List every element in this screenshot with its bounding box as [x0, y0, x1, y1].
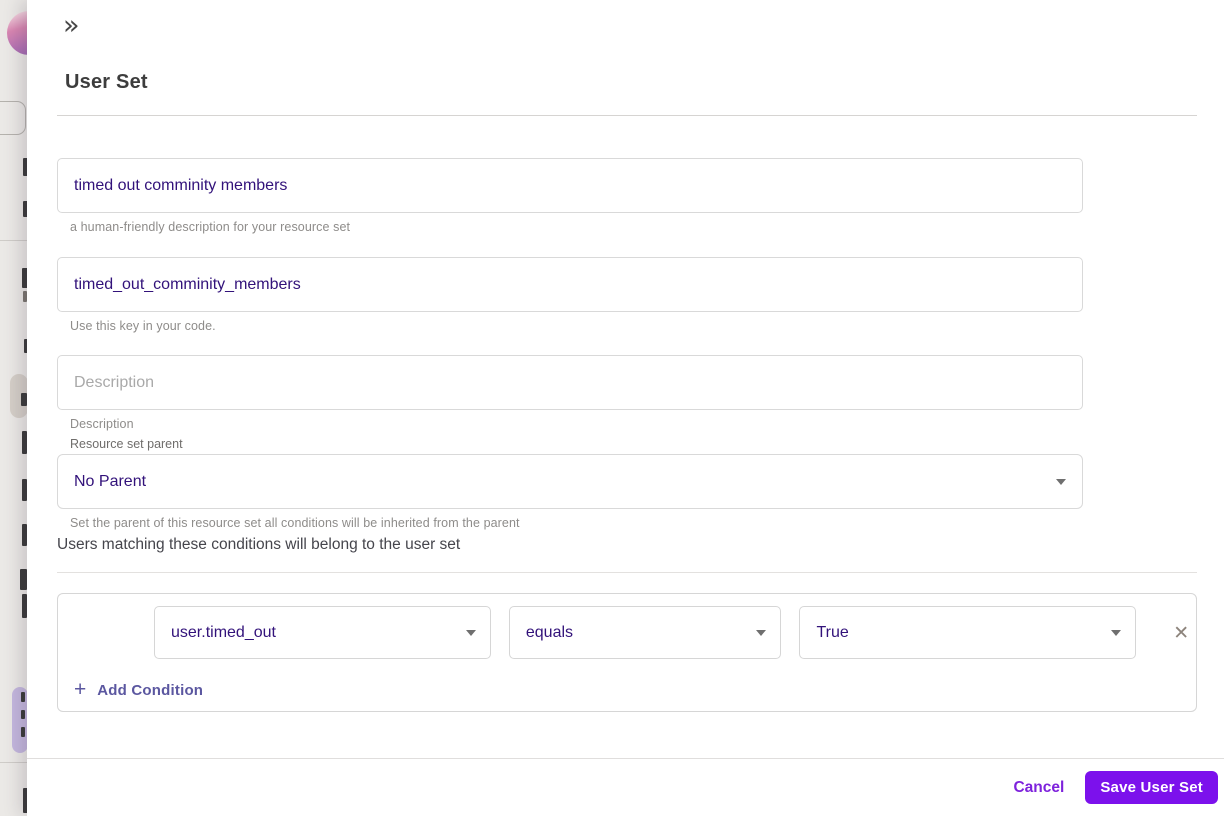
- remove-condition-icon[interactable]: ✕: [1166, 618, 1196, 648]
- chevron-down-icon: [1111, 629, 1122, 636]
- drawer-footer: Cancel Save User Set: [27, 758, 1224, 816]
- add-condition-button[interactable]: + Add Condition: [74, 678, 204, 701]
- description-helper-text: Description: [70, 417, 134, 431]
- sidebar-banner-text-fragment: [21, 727, 25, 737]
- condition-row: user.timed_out equals True ✕: [58, 594, 1196, 659]
- add-condition-label: Add Condition: [97, 681, 204, 699]
- name-input[interactable]: [57, 158, 1083, 213]
- sidebar-divider: [0, 240, 28, 241]
- save-user-set-button[interactable]: Save User Set: [1085, 771, 1218, 804]
- sidebar-banner-text-fragment: [21, 692, 25, 702]
- condition-value-value: True: [816, 623, 849, 641]
- collapse-drawer-icon[interactable]: »: [63, 12, 80, 40]
- page-title: User Set: [65, 71, 148, 93]
- conditions-intro-text: Users matching these conditions will bel…: [57, 536, 461, 553]
- user-set-drawer: » User Set a human-friendly description …: [27, 0, 1224, 816]
- condition-value-select[interactable]: True: [799, 606, 1137, 659]
- name-helper-text: a human-friendly description for your re…: [70, 220, 351, 234]
- condition-card: user.timed_out equals True ✕ + Add Condi…: [57, 593, 1197, 712]
- parent-select-value: No Parent: [74, 472, 147, 490]
- key-input[interactable]: [57, 257, 1083, 312]
- chevron-down-icon: [756, 629, 767, 636]
- conditions-divider: [57, 572, 1197, 573]
- condition-field-select[interactable]: user.timed_out: [154, 606, 491, 659]
- chevron-down-icon: [465, 629, 476, 636]
- key-helper-text: Use this key in your code.: [70, 319, 216, 333]
- plus-icon: +: [74, 678, 87, 701]
- sidebar-search-fragment: [0, 101, 26, 135]
- condition-field-value: user.timed_out: [171, 623, 276, 641]
- sidebar-banner-text-fragment: [21, 710, 25, 719]
- header-divider: [57, 115, 1197, 116]
- sidebar-item-fragment: [20, 569, 27, 590]
- description-input[interactable]: [57, 355, 1083, 410]
- dimmed-sidebar: [0, 0, 51, 816]
- parent-select[interactable]: No Parent: [57, 454, 1083, 509]
- condition-operator-select[interactable]: equals: [508, 606, 782, 659]
- chevron-down-icon: [1056, 478, 1066, 485]
- parent-helper-text: Set the parent of this resource set all …: [70, 516, 520, 530]
- condition-operator-value: equals: [525, 623, 574, 641]
- sidebar-divider: [0, 762, 28, 763]
- parent-select-label: Resource set parent: [70, 437, 183, 451]
- sidebar-banner-fragment: [12, 687, 28, 753]
- cancel-button[interactable]: Cancel: [1005, 773, 1072, 803]
